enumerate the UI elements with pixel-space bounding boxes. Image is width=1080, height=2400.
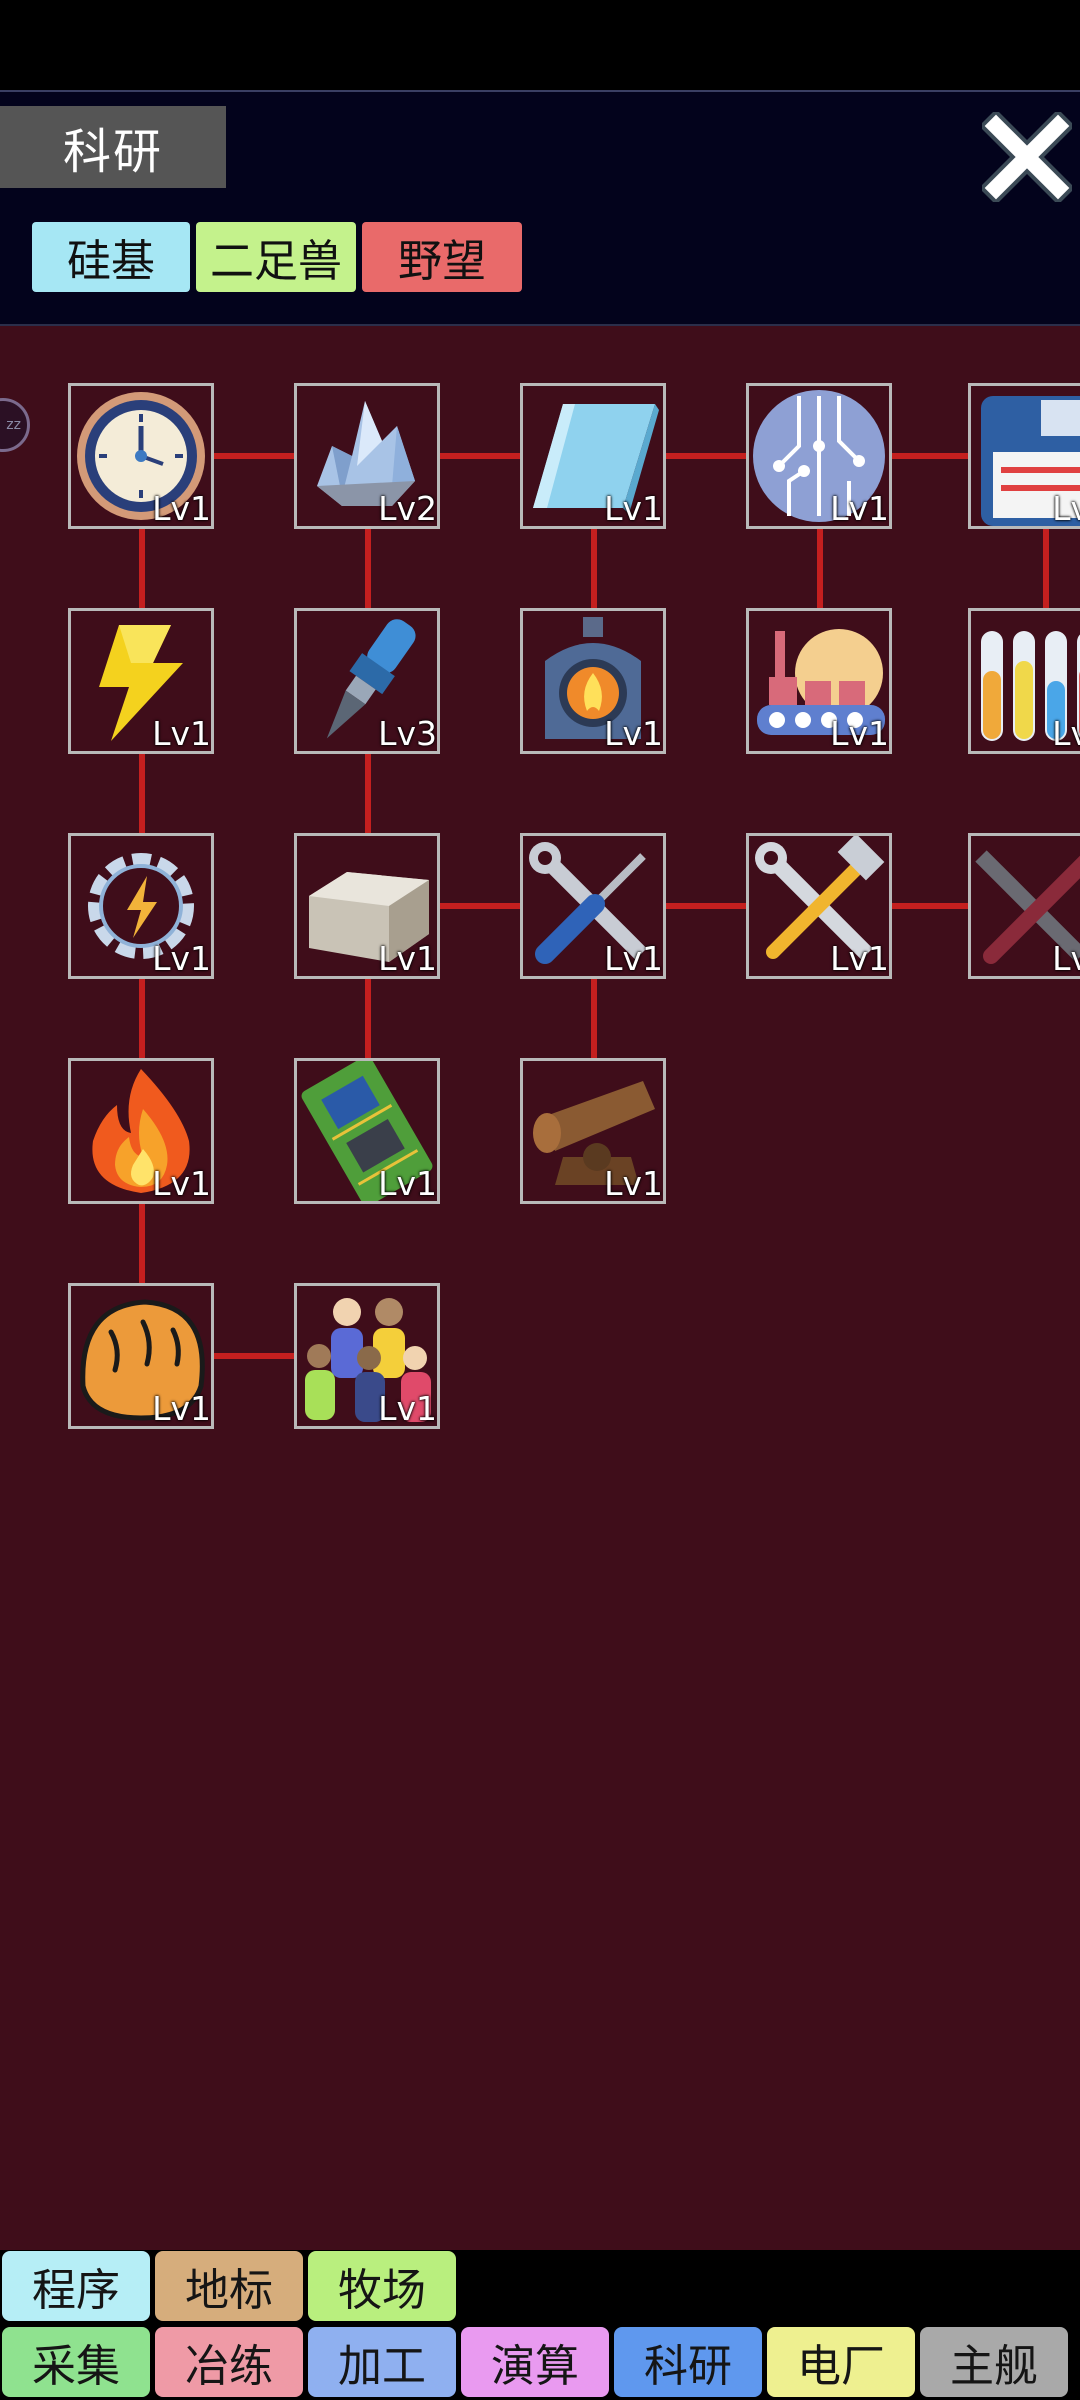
research-node-stone-block[interactable]: Lv1 <box>294 833 440 979</box>
nav-research[interactable]: 科研 <box>614 2327 762 2397</box>
node-level: Lv1 <box>378 1164 437 1203</box>
connector <box>365 978 371 1058</box>
research-node-cannon[interactable]: Lv1 <box>520 1058 666 1204</box>
node-level: Lv1 <box>830 939 889 978</box>
research-node-clock[interactable]: Lv1 <box>68 383 214 529</box>
connector <box>892 903 972 909</box>
nav-process[interactable]: 加工 <box>308 2327 456 2397</box>
research-node-furnace[interactable]: Lv1 <box>520 608 666 754</box>
node-level: Lv1 <box>378 1389 437 1428</box>
research-node-wrench-hammer[interactable]: Lv1 <box>746 833 892 979</box>
node-level: Lv1 <box>604 714 663 753</box>
research-node-drill[interactable]: Lv3 <box>294 608 440 754</box>
connector <box>365 528 371 608</box>
tab-silicon[interactable]: 硅基 <box>32 222 190 292</box>
nav-compute[interactable]: 演算 <box>461 2327 609 2397</box>
node-level: Lv1 <box>604 939 663 978</box>
connector <box>817 528 823 608</box>
research-node-fire[interactable]: Lv1 <box>68 1058 214 1204</box>
connector <box>666 453 746 459</box>
connector <box>666 903 746 909</box>
research-node-factory-conveyor[interactable]: Lv1 <box>746 608 892 754</box>
node-level: Lv3 <box>378 714 437 753</box>
close-icon <box>979 109 1075 205</box>
nav-smelt[interactable]: 冶练 <box>155 2327 303 2397</box>
node-level: Lv1 <box>830 714 889 753</box>
node-level: Lv1 <box>152 1164 211 1203</box>
research-node-crossed-tools[interactable]: Lv1 <box>968 833 1080 979</box>
tab-biped[interactable]: 二足兽 <box>196 222 356 292</box>
connector <box>365 753 371 833</box>
nav-gather[interactable]: 采集 <box>2 2327 150 2397</box>
connector <box>139 528 145 608</box>
panel-title: 科研 <box>0 106 226 188</box>
connector <box>591 528 597 608</box>
research-node-test-tubes[interactable]: Lv1 <box>968 608 1080 754</box>
research-node-floppy-disk[interactable]: Lv1 <box>968 383 1080 529</box>
nav-program[interactable]: 程序 <box>2 2251 150 2321</box>
node-level: Lv1 <box>830 489 889 528</box>
research-node-lightning-bolt[interactable]: Lv1 <box>68 608 214 754</box>
research-node-circuit-chip[interactable]: Lv1 <box>746 383 892 529</box>
connector <box>214 453 294 459</box>
node-level: Lv1 <box>152 714 211 753</box>
node-level: Lv1 <box>604 489 663 528</box>
tab-ambition[interactable]: 野望 <box>362 222 522 292</box>
nav-mothership[interactable]: 主舰 <box>920 2327 1068 2397</box>
node-level: Lv1 <box>378 939 437 978</box>
nav-ranch[interactable]: 牧场 <box>308 2251 456 2321</box>
connector <box>440 453 520 459</box>
node-level: Lv1 <box>1052 489 1080 528</box>
status-bar <box>0 0 1080 90</box>
research-node-bread[interactable]: Lv1 <box>68 1283 214 1429</box>
connector <box>139 753 145 833</box>
node-level: Lv1 <box>152 939 211 978</box>
research-node-glass-plate[interactable]: Lv1 <box>520 383 666 529</box>
close-button[interactable] <box>979 109 1075 205</box>
node-level: Lv1 <box>1052 939 1080 978</box>
node-level: Lv2 <box>378 489 437 528</box>
research-node-crystal-ore[interactable]: Lv2 <box>294 383 440 529</box>
connector <box>591 978 597 1058</box>
connector <box>1043 528 1049 608</box>
connector <box>139 1203 145 1283</box>
connector <box>139 978 145 1058</box>
node-level: Lv1 <box>152 489 211 528</box>
node-level: Lv1 <box>1052 714 1080 753</box>
sleep-icon: zz <box>6 417 21 433</box>
research-node-people-group[interactable]: Lv1 <box>294 1283 440 1429</box>
research-node-wrench-screwdriver[interactable]: Lv1 <box>520 833 666 979</box>
connector <box>892 453 972 459</box>
research-node-power-gear[interactable]: Lv1 <box>68 833 214 979</box>
nav-landmark[interactable]: 地标 <box>155 2251 303 2321</box>
node-level: Lv1 <box>152 1389 211 1428</box>
research-node-circuit-board[interactable]: Lv1 <box>294 1058 440 1204</box>
connector <box>440 903 520 909</box>
nav-power-plant[interactable]: 电厂 <box>767 2327 915 2397</box>
node-level: Lv1 <box>604 1164 663 1203</box>
connector <box>214 1353 294 1359</box>
